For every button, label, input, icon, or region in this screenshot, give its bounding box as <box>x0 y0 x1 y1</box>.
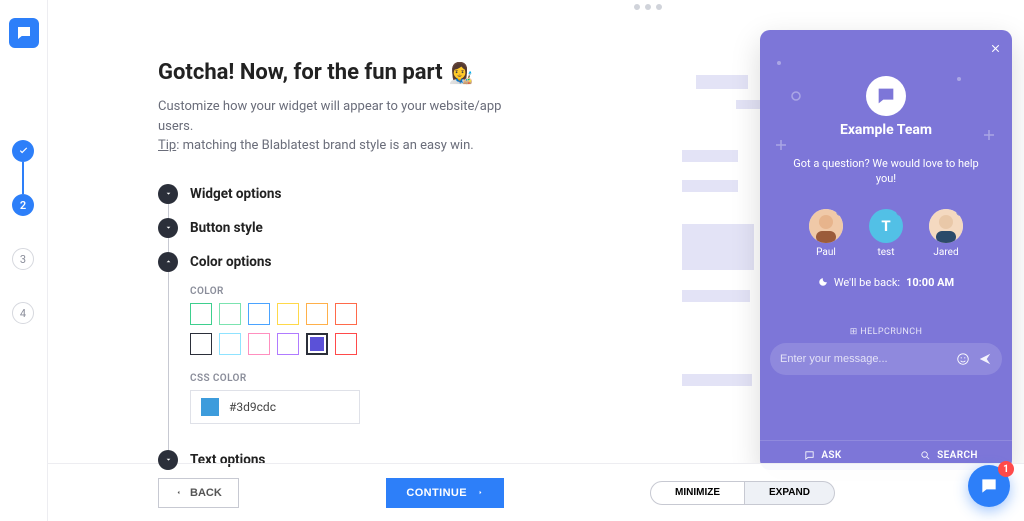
widget-back-row: We'll be back: 10:00 AM <box>760 276 1012 289</box>
color-swatch[interactable] <box>335 333 357 355</box>
widget-message-input[interactable] <box>780 353 948 365</box>
color-swatch[interactable] <box>277 303 299 325</box>
emoji-icon[interactable] <box>956 352 970 366</box>
chat-launcher-fab[interactable]: 1 <box>968 465 1010 507</box>
css-color-input[interactable]: #3d9cdc <box>190 390 360 424</box>
chevron-left-icon <box>175 487 182 498</box>
main-panel: Gotcha! Now, for the fun part 👩‍🎨 Custom… <box>48 0 624 521</box>
chat-icon <box>979 476 999 496</box>
color-swatch[interactable] <box>248 303 270 325</box>
color-swatch[interactable] <box>306 303 328 325</box>
chevron-down-icon <box>158 218 178 238</box>
color-sublabel: COLOR <box>190 286 624 297</box>
agent-paul[interactable]: Paul <box>809 209 843 258</box>
continue-button[interactable]: CONTINUE <box>386 478 504 508</box>
moon-icon <box>818 277 828 287</box>
notification-badge: 1 <box>998 461 1014 477</box>
step-2-active[interactable]: 2 <box>12 194 34 216</box>
color-swatch[interactable] <box>219 333 241 355</box>
widget-back-time: 10:00 AM <box>906 276 954 289</box>
section-button-style[interactable]: Button style <box>158 218 624 238</box>
agent-avatar <box>809 209 843 243</box>
agent-name: Paul <box>816 247 836 258</box>
page-description: Customize how your widget will appear to… <box>158 97 538 156</box>
step-4[interactable]: 4 <box>12 302 34 324</box>
color-swatch[interactable] <box>335 303 357 325</box>
agent-jared[interactable]: Jared <box>929 209 963 258</box>
preview-footer: MINIMIZE EXPAND <box>624 463 1024 521</box>
search-icon <box>920 450 931 461</box>
css-color-value: #3d9cdc <box>229 400 276 414</box>
chevron-down-icon <box>158 450 178 470</box>
chevron-right-icon <box>477 487 484 498</box>
color-swatch[interactable] <box>277 333 299 355</box>
widget-close-button[interactable] <box>989 40 1002 59</box>
agent-name: Jared <box>933 247 958 258</box>
widget-team-name: Example Team <box>760 122 1012 138</box>
css-color-chip <box>201 398 219 416</box>
step-3[interactable]: 3 <box>12 248 34 270</box>
window-traffic-dots <box>634 4 662 10</box>
minimize-button[interactable]: MINIMIZE <box>650 481 745 505</box>
color-swatch[interactable] <box>248 333 270 355</box>
back-button-label: BACK <box>190 487 222 499</box>
color-options-body: COLOR CSS COLOR #3d9cdc <box>190 286 624 424</box>
agent-avatar <box>929 209 963 243</box>
chat-icon <box>875 85 897 107</box>
section-color-options-label: Color options <box>190 254 271 270</box>
agent-name: test <box>877 247 894 258</box>
status-online-icon <box>956 209 963 216</box>
page-title: Gotcha! Now, for the fun part 👩‍🎨 <box>158 60 624 85</box>
tip-label: Tip <box>158 138 176 153</box>
chat-widget-preview: Example Team Got a question? We would lo… <box>760 30 1012 470</box>
section-button-style-label: Button style <box>190 220 263 236</box>
section-color-options[interactable]: Color options <box>158 252 624 272</box>
preview-pane: Example Team Got a question? We would lo… <box>624 0 1024 521</box>
continue-button-label: CONTINUE <box>406 487 467 499</box>
agent-test[interactable]: T test <box>869 209 903 258</box>
expand-button[interactable]: EXPAND <box>745 481 835 505</box>
back-button[interactable]: BACK <box>158 478 239 508</box>
artist-emoji: 👩‍🎨 <box>449 61 474 85</box>
chevron-down-icon <box>158 184 178 204</box>
page-title-text: Gotcha! Now, for the fun part <box>158 60 443 85</box>
color-swatch[interactable] <box>190 303 212 325</box>
options-list: Widget options Button style Color option… <box>158 184 624 470</box>
widget-agents: Paul T test Jared <box>760 209 1012 258</box>
main-footer: BACK CONTINUE <box>48 463 624 521</box>
close-icon <box>989 42 1002 55</box>
widget-logo <box>866 76 906 116</box>
color-swatch[interactable] <box>219 303 241 325</box>
chat-icon <box>804 450 815 461</box>
left-rail: 2 3 4 <box>0 0 48 521</box>
status-online-icon <box>896 209 903 216</box>
agent-avatar: T <box>869 209 903 243</box>
swatch-row-2 <box>190 333 390 355</box>
status-online-icon <box>836 209 843 216</box>
css-color-sublabel: CSS COLOR <box>190 373 624 384</box>
widget-brand: ⊞ HELPCRUNCH <box>760 327 1012 337</box>
widget-tagline: Got a question? We would love to help yo… <box>760 156 1012 187</box>
step-1-done[interactable] <box>12 140 34 162</box>
widget-back-prefix: We'll be back: <box>834 276 900 289</box>
color-swatch[interactable] <box>306 333 328 355</box>
widget-message-box[interactable] <box>770 343 1002 375</box>
check-icon <box>18 146 29 157</box>
color-swatch[interactable] <box>190 333 212 355</box>
send-icon[interactable] <box>978 352 992 366</box>
app-logo <box>9 18 39 48</box>
chevron-up-icon <box>158 252 178 272</box>
section-widget-options-label: Widget options <box>190 186 281 202</box>
section-widget-options[interactable]: Widget options <box>158 184 624 204</box>
swatch-row-1 <box>190 303 390 325</box>
